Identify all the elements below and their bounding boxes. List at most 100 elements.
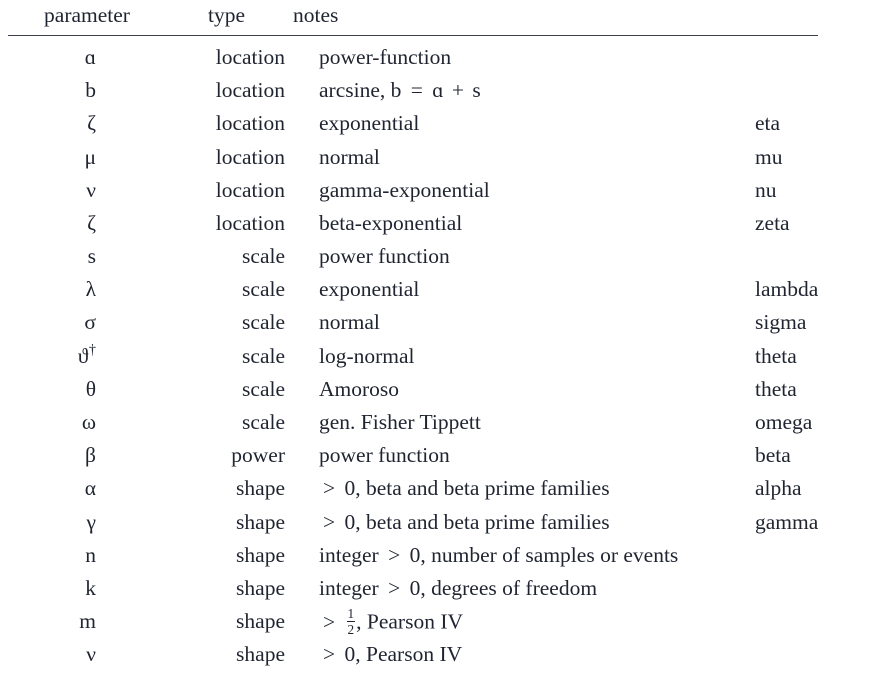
parameter-name: beta (755, 443, 791, 468)
math-relation: > (323, 476, 336, 501)
table-row: ζ location exponential eta (0, 107, 877, 140)
parameter-symbol: ν (86, 177, 96, 202)
parameter-notes: normal (319, 310, 380, 335)
parameter-notes: integer > 0, degrees of freedom (319, 575, 598, 600)
table-row: ν shape > 0, Pearson IV (0, 638, 877, 671)
parameter-type: scale (242, 244, 285, 269)
parameter-table-container: parameter type notes ɑ location power-func… (0, 0, 877, 675)
column-header-parameter: parameter (44, 3, 130, 27)
parameter-type: location (215, 44, 285, 69)
parameter-name (723, 605, 877, 638)
table-row: m shape > 12, Pearson IV (0, 605, 877, 638)
parameter-notes: normal (319, 144, 380, 169)
parameter-symbol: s (87, 244, 96, 269)
parameter-type: location (215, 177, 285, 202)
parameter-name: eta (755, 111, 781, 136)
table-row: θ scale Amoroso theta (0, 373, 877, 406)
parameter-notes: power-function (319, 44, 452, 69)
parameter-name (723, 74, 877, 107)
parameter-type: scale (242, 410, 285, 434)
table-row: b location arcsine, b = ɑ + s (0, 74, 877, 107)
parameter-name: sigma (755, 310, 807, 335)
parameter-type: shape (236, 642, 285, 667)
parameter-notes: > 12, Pearson IV (285, 605, 723, 638)
table-body: ɑ location power-function b location arcsine,… (0, 36, 877, 672)
parameter-name: omega (755, 410, 813, 434)
parameter-symbol: α (84, 476, 96, 501)
parameter-type: scale (242, 376, 285, 401)
table-row: ν location gamma-exponential nu (0, 174, 877, 207)
parameter-notes: gen. Fisher Tippett (319, 410, 481, 434)
table-row: σ scale normal sigma (0, 307, 877, 340)
parameter-symbol: θ (85, 376, 96, 401)
parameter-name (723, 572, 877, 605)
parameter-type: power (231, 443, 285, 468)
parameter-name: alpha (755, 476, 802, 501)
parameter-type: scale (242, 343, 285, 368)
parameter-name (723, 539, 877, 572)
parameter-notes: power function (319, 244, 450, 269)
fraction-denominator: 2 (347, 621, 355, 637)
parameter-notes: > 0, Pearson IV (285, 638, 723, 671)
parameter-notes: exponential (319, 111, 420, 136)
parameter-type: scale (242, 277, 285, 302)
table-row: ζ location beta-exponential zeta (0, 207, 877, 240)
parameter-notes: log-normal (319, 343, 415, 368)
column-header-notes: notes (293, 3, 339, 27)
parameter-name (723, 638, 877, 671)
parameter-type: shape (236, 476, 285, 501)
parameter-symbol: k (85, 575, 96, 600)
parameter-symbol: n (85, 542, 96, 567)
parameter-name: lambda (755, 277, 819, 302)
parameter-symbol: ζ (87, 111, 96, 136)
table-row: μ location normal mu (0, 141, 877, 174)
parameter-notes: beta-exponential (319, 210, 463, 235)
parameter-symbol: ω (81, 410, 96, 434)
header-row: parameter type notes (0, 1, 877, 35)
table-row: β power power function beta (0, 439, 877, 472)
table-row: λ scale exponential lambda (0, 273, 877, 306)
math-relation: > (323, 642, 336, 667)
parameter-symbol: γ (86, 509, 96, 534)
parameter-notes: integer > 0, number of samples or events (319, 542, 679, 567)
parameter-symbol: ζ (87, 210, 96, 235)
parameter-symbol: m (79, 609, 96, 634)
math-relation: = (410, 78, 423, 103)
parameter-type: shape (236, 575, 285, 600)
parameter-type: location (215, 111, 285, 136)
parameter-symbol: λ (85, 277, 96, 302)
table-row: k shape integer > 0, degrees of freedom (0, 572, 877, 605)
parameter-name: zeta (755, 210, 790, 235)
parameter-symbol: ν (86, 642, 96, 667)
parameter-type: location (215, 210, 285, 235)
parameter-type: scale (242, 310, 285, 335)
math-operator: + (451, 78, 465, 103)
math-relation: > (388, 575, 401, 600)
parameter-symbol: β (85, 443, 96, 468)
column-header-name (723, 1, 877, 35)
parameter-symbol: μ (84, 144, 96, 169)
parameter-notes: gamma-exponential (319, 177, 490, 202)
parameter-notes: power function (319, 443, 450, 468)
parameter-reference-table: parameter type notes ɑ location power-func… (0, 1, 877, 672)
parameter-symbol: ɑ (84, 44, 96, 69)
parameter-name: nu (755, 177, 777, 202)
math-relation: > (323, 610, 336, 635)
parameter-notes: arcsine, b = ɑ + s (319, 78, 481, 103)
parameter-type: location (215, 78, 285, 103)
fraction-numerator: 1 (346, 606, 356, 623)
parameter-name: gamma (755, 509, 819, 534)
table-row: γ shape > 0, beta and beta prime families g… (0, 506, 877, 539)
parameter-name: mu (755, 144, 783, 169)
math-relation: > (388, 542, 401, 567)
math-relation: > (323, 509, 336, 534)
parameter-type: shape (236, 542, 285, 567)
parameter-name: theta (755, 343, 797, 368)
table-row: ω scale gen. Fisher Tippett omega (0, 406, 877, 439)
parameter-notes: exponential (319, 277, 420, 302)
table-row: n shape integer > 0, number of samples or … (0, 539, 877, 572)
table-row: α shape > 0, beta and beta prime families a… (0, 473, 877, 506)
table-header: parameter type notes (0, 1, 877, 37)
parameter-type: location (215, 144, 285, 169)
table-row: ϑ† scale log-normal theta (0, 340, 877, 373)
